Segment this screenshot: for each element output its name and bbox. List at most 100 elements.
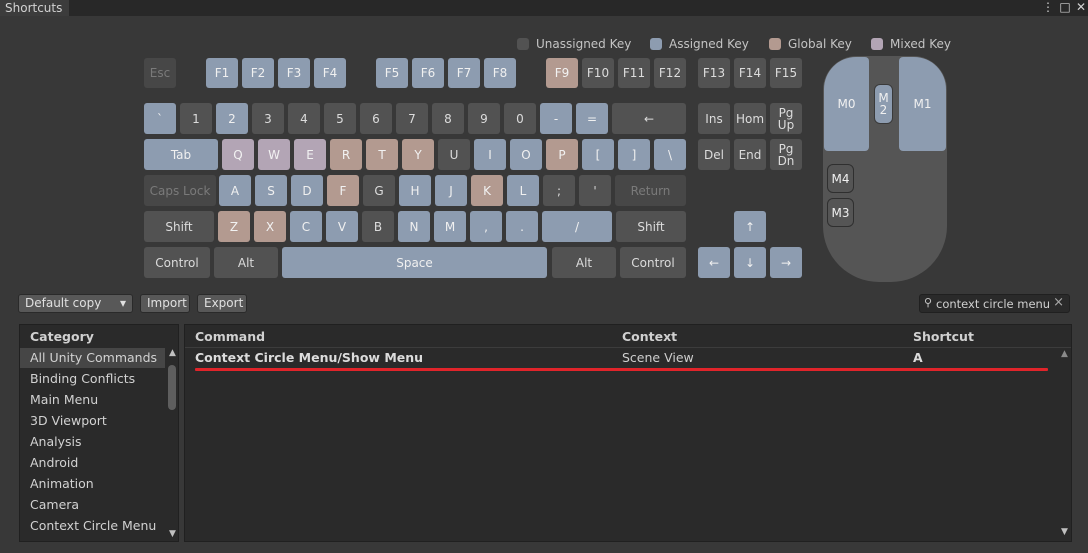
context-column-header[interactable]: Context — [622, 329, 677, 344]
key-backspace[interactable]: ← — [612, 103, 686, 134]
scroll-down-icon[interactable]: ▼ — [169, 529, 176, 539]
key-caps-lock[interactable]: Caps Lock — [144, 175, 216, 206]
key-e[interactable]: E — [294, 139, 326, 170]
key-page-up[interactable]: Pg Up — [770, 103, 802, 134]
key-c[interactable]: C — [290, 211, 322, 242]
key-page-down[interactable]: Pg Dn — [770, 139, 802, 170]
key-z[interactable]: Z — [218, 211, 250, 242]
key-right-arrow[interactable]: → — [770, 247, 802, 278]
key-left-control[interactable]: Control — [144, 247, 210, 278]
key-backtick[interactable]: ` — [144, 103, 176, 134]
key-end[interactable]: End — [734, 139, 766, 170]
key-f8[interactable]: F8 — [484, 58, 516, 88]
key-f[interactable]: F — [327, 175, 359, 206]
command-column-header[interactable]: Command — [195, 329, 265, 344]
category-item-android[interactable]: Android — [30, 455, 78, 470]
key-k[interactable]: K — [471, 175, 503, 206]
key-n[interactable]: N — [398, 211, 430, 242]
key-g[interactable]: G — [363, 175, 395, 206]
key-right-bracket[interactable]: ] — [618, 139, 650, 170]
key-left-alt[interactable]: Alt — [214, 247, 278, 278]
key-6[interactable]: 6 — [360, 103, 392, 134]
table-row[interactable]: Context Circle Menu/Show Menu Scene View… — [185, 349, 1055, 369]
key-f5[interactable]: F5 — [376, 58, 408, 88]
category-scrollbar-thumb[interactable] — [168, 365, 176, 410]
commands-scrollbar[interactable]: ▲ ▼ — [1059, 349, 1070, 539]
key-left-shift[interactable]: Shift — [144, 211, 214, 242]
key-return[interactable]: Return — [615, 175, 686, 206]
key-insert[interactable]: Ins — [698, 103, 730, 134]
key-w[interactable]: W — [258, 139, 290, 170]
key-minus[interactable]: - — [540, 103, 572, 134]
key-7[interactable]: 7 — [396, 103, 428, 134]
key-f15[interactable]: F15 — [770, 58, 802, 88]
key-comma[interactable]: , — [470, 211, 502, 242]
key-2[interactable]: 2 — [216, 103, 248, 134]
key-f12[interactable]: F12 — [654, 58, 686, 88]
key-equals[interactable]: = — [576, 103, 608, 134]
scroll-up-icon[interactable]: ▲ — [169, 348, 176, 358]
shortcut-cell[interactable]: A — [913, 350, 923, 365]
key-f7[interactable]: F7 — [448, 58, 480, 88]
clear-search-icon[interactable]: × — [1053, 295, 1064, 310]
kebab-menu-icon[interactable]: ⋮ — [1041, 0, 1055, 16]
key-quote[interactable]: ' — [579, 175, 611, 206]
key-p[interactable]: P — [546, 139, 578, 170]
mouse-button-m2[interactable]: M 2 — [874, 84, 893, 124]
search-input[interactable]: context circle menu — [936, 297, 1050, 311]
key-f10[interactable]: F10 — [582, 58, 614, 88]
mouse-button-m0[interactable]: M0 — [824, 57, 869, 151]
close-icon[interactable]: ✕ — [1074, 0, 1088, 16]
key-o[interactable]: O — [510, 139, 542, 170]
key-t[interactable]: T — [366, 139, 398, 170]
key-tab[interactable]: Tab — [144, 139, 218, 170]
key-f13[interactable]: F13 — [698, 58, 730, 88]
key-f6[interactable]: F6 — [412, 58, 444, 88]
category-item-all-unity-commands[interactable]: All Unity Commands — [30, 350, 157, 365]
key-right-control[interactable]: Control — [620, 247, 686, 278]
key-f9[interactable]: F9 — [546, 58, 578, 88]
key-right-shift[interactable]: Shift — [616, 211, 686, 242]
profile-dropdown[interactable]: Default copy ▾ — [18, 294, 133, 313]
key-slash[interactable]: / — [542, 211, 612, 242]
key-u[interactable]: U — [438, 139, 470, 170]
tab-shortcuts[interactable]: Shortcuts — [0, 0, 69, 16]
key-4[interactable]: 4 — [288, 103, 320, 134]
key-r[interactable]: R — [330, 139, 362, 170]
key-s[interactable]: S — [255, 175, 287, 206]
key-left-arrow[interactable]: ← — [698, 247, 730, 278]
key-period[interactable]: . — [506, 211, 538, 242]
key-h[interactable]: H — [399, 175, 431, 206]
key-f1[interactable]: F1 — [206, 58, 238, 88]
import-button[interactable]: Import — [140, 294, 190, 313]
key-esc[interactable]: Esc — [144, 58, 176, 88]
key-3[interactable]: 3 — [252, 103, 284, 134]
key-a[interactable]: A — [219, 175, 251, 206]
key-0[interactable]: 0 — [504, 103, 536, 134]
category-item-context-circle-menu[interactable]: Context Circle Menu — [30, 518, 156, 533]
key-f11[interactable]: F11 — [618, 58, 650, 88]
maximize-icon[interactable]: □ — [1058, 0, 1072, 16]
key-home[interactable]: Hom — [734, 103, 766, 134]
mouse-button-m4[interactable]: M4 — [827, 164, 854, 193]
key-b[interactable]: B — [362, 211, 394, 242]
mouse-button-m3[interactable]: M3 — [827, 198, 854, 227]
key-space[interactable]: Space — [282, 247, 547, 278]
scroll-down-icon[interactable]: ▼ — [1061, 527, 1068, 537]
key-delete[interactable]: Del — [698, 139, 730, 170]
key-1[interactable]: 1 — [180, 103, 212, 134]
category-item-animation[interactable]: Animation — [30, 476, 94, 491]
export-button[interactable]: Export — [197, 294, 247, 313]
scroll-up-icon[interactable]: ▲ — [1061, 349, 1068, 359]
category-item-binding-conflicts[interactable]: Binding Conflicts — [30, 371, 135, 386]
key-up-arrow[interactable]: ↑ — [734, 211, 766, 242]
key-i[interactable]: I — [474, 139, 506, 170]
key-d[interactable]: D — [291, 175, 323, 206]
category-item-analysis[interactable]: Analysis — [30, 434, 82, 449]
category-item-3d-viewport[interactable]: 3D Viewport — [30, 413, 107, 428]
key-8[interactable]: 8 — [432, 103, 464, 134]
key-right-alt[interactable]: Alt — [552, 247, 616, 278]
key-y[interactable]: Y — [402, 139, 434, 170]
key-9[interactable]: 9 — [468, 103, 500, 134]
key-x[interactable]: X — [254, 211, 286, 242]
